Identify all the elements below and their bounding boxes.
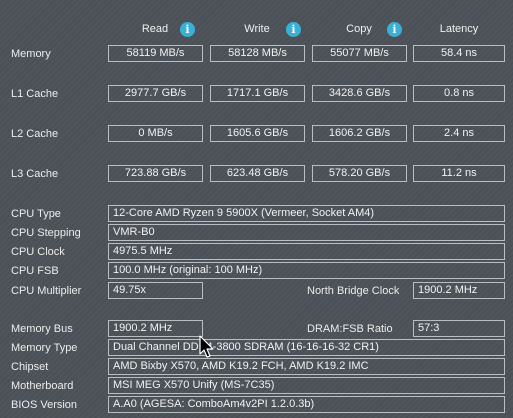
write-info-icon[interactable]: i [286, 22, 301, 37]
row-label: Memory [11, 48, 51, 60]
motherboard-label: Motherboard [11, 380, 74, 392]
read-value: 2977.7 GB/s [108, 85, 203, 102]
chipset-label: Chipset [11, 361, 49, 373]
cpu-type-label: CPU Type [11, 208, 61, 220]
write-value: 1605.6 GB/s [210, 125, 305, 142]
latency-value: 11.2 ns [413, 165, 505, 182]
cpu-clock-value: 4975.5 MHz [108, 243, 505, 260]
cpu-type-value: 12-Core AMD Ryzen 9 5900X (Vermeer, Sock… [108, 205, 505, 222]
cpu-fsb-value: 100.0 MHz (original: 100 MHz) [108, 262, 505, 279]
dram-fsb-ratio-value: 57:3 [413, 320, 505, 337]
cpu-stepping-label: CPU Stepping [11, 227, 81, 239]
north-bridge-clock-value: 1900.2 MHz [413, 282, 505, 299]
row-label: L3 Cache [11, 168, 59, 180]
write-value: 623.48 GB/s [210, 165, 305, 182]
memory-type-value: Dual Channel DDR4-3800 SDRAM (16-16-16-3… [108, 339, 505, 356]
copy-value: 578.20 GB/s [312, 165, 407, 182]
row-label: L2 Cache [11, 128, 59, 140]
memory-bus-value: 1900.2 MHz [108, 320, 203, 337]
header-latency: Latency [439, 23, 479, 35]
motherboard-value: MSI MEG X570 Unify (MS-7C35) [108, 377, 505, 394]
row-label: L1 Cache [11, 88, 59, 100]
read-value: 0 MB/s [108, 125, 203, 142]
latency-value: 0.8 ns [413, 85, 505, 102]
cpu-fsb-label: CPU FSB [11, 265, 59, 277]
mouse-cursor-icon [199, 335, 214, 358]
read-value: 58119 MB/s [108, 45, 203, 62]
cpu-stepping-value: VMR-B0 [108, 224, 505, 241]
cpu-multiplier-label: CPU Multiplier [11, 285, 82, 297]
bios-version-label: BIOS Version [11, 399, 78, 411]
bios-version-value: A.A0 (AGESA: ComboAm4v2PI 1.2.0.3b) [108, 396, 505, 413]
memory-type-label: Memory Type [11, 342, 78, 354]
latency-value: 2.4 ns [413, 125, 505, 142]
write-value: 1717.1 GB/s [210, 85, 305, 102]
copy-info-icon[interactable]: i [387, 22, 402, 37]
chipset-value: AMD Bixby X570, AMD K19.2 FCH, AMD K19.2… [108, 358, 505, 375]
latency-value: 58.4 ns [413, 45, 505, 62]
north-bridge-clock-label: North Bridge Clock [307, 285, 400, 297]
read-value: 723.88 GB/s [108, 165, 203, 182]
copy-value: 1606.2 GB/s [312, 125, 407, 142]
copy-value: 55077 MB/s [312, 45, 407, 62]
write-value: 58128 MB/s [210, 45, 305, 62]
read-info-icon[interactable]: i [180, 22, 195, 37]
cpu-multiplier-value: 49.75x [108, 282, 203, 299]
copy-value: 3428.6 GB/s [312, 85, 407, 102]
memory-bus-label: Memory Bus [11, 323, 73, 335]
dram-fsb-ratio-label: DRAM:FSB Ratio [307, 323, 393, 335]
cpu-clock-label: CPU Clock [11, 246, 65, 258]
